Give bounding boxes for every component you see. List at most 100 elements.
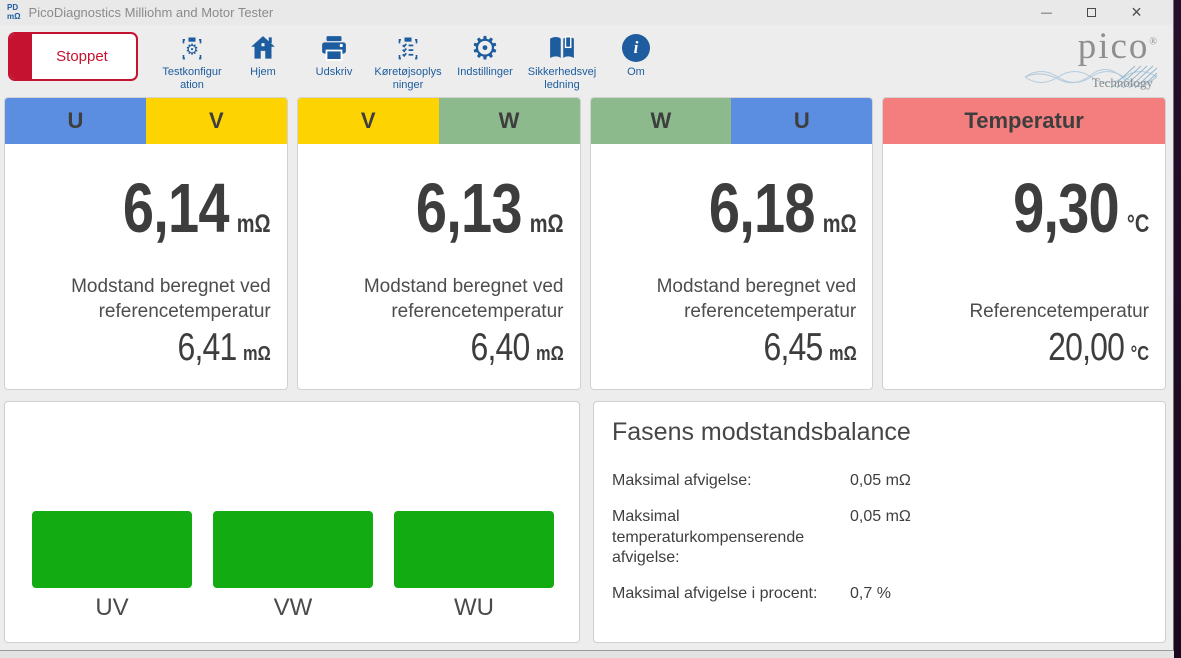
reference-resistance-value: 6,45 — [763, 326, 822, 370]
balance-row-label: Maksimal afvigelse i procent: — [612, 584, 850, 605]
card-body: 9,30 °C Referencetemperatur 20,00 °C — [883, 144, 1165, 389]
bottom-panels: UV VW WU Fasens modstandsbalance Maksima… — [4, 401, 1166, 643]
balance-panel-title: Fasens modstandsbalance — [612, 418, 1147, 447]
balance-row-label: Maksimal afvigelse: — [612, 471, 850, 492]
pico-technology-logo: pico® Technology — [1031, 28, 1159, 91]
bar-chart: UV VW WU — [32, 511, 554, 622]
toolbar-label: Testkonfiguration — [160, 66, 224, 91]
temperature-value: 9,30 — [1013, 168, 1119, 248]
window-bottom-edge — [0, 651, 1174, 658]
phase-balance-chart-panel: UV VW WU — [4, 401, 580, 643]
toolbar-item-om[interactable]: i Om — [604, 32, 668, 91]
book-icon — [546, 32, 578, 64]
phase-card-vw: V W 6,13mΩ Modstand beregnet ved referen… — [297, 97, 581, 390]
toolbar-item-testkonfiguration[interactable]: ⚙ Testkonfiguration — [160, 32, 224, 91]
reference-temperature-value: 20,00 — [1048, 326, 1124, 370]
balance-row-value: 0,7 % — [850, 584, 1147, 605]
toolbar-label: Hjem — [250, 66, 276, 79]
registered-mark: ® — [1149, 37, 1159, 48]
resistance-unit: mΩ — [822, 210, 856, 239]
gear-glyph: ⚙ — [471, 32, 500, 64]
svg-text:⚙: ⚙ — [185, 40, 199, 58]
card-header: W U — [591, 98, 873, 144]
maximize-button[interactable] — [1069, 0, 1114, 25]
toolbar-item-udskriv[interactable]: Udskriv — [302, 32, 366, 91]
logo-name: pico® — [1031, 28, 1159, 65]
bar-label-uv: UV — [95, 594, 128, 622]
toolbar-item-koretojsoplysninger[interactable]: Køretøjsoplysninger — [373, 32, 443, 91]
clipboard-gear-icon: ⚙ — [178, 32, 206, 64]
resistance-unit: mΩ — [530, 210, 564, 239]
minimize-icon: — — [1041, 7, 1052, 19]
app-window: PD mΩ PicoDiagnostics Milliohm and Motor… — [0, 0, 1174, 651]
gear-icon: ⚙ — [471, 32, 500, 64]
toolbar-label: Indstillinger — [457, 66, 513, 79]
bar-vw — [213, 511, 373, 588]
toolbar-items: ⚙ Testkonfiguration Hjem — [160, 32, 668, 91]
home-icon — [248, 32, 278, 64]
card-header: V W — [298, 98, 580, 144]
toolbar-item-indstillinger[interactable]: ⚙ Indstillinger — [450, 32, 520, 91]
bar-label-wu: WU — [454, 594, 494, 622]
card-body: 6,18mΩ Modstand beregnet ved referencete… — [591, 144, 873, 389]
info-icon: i — [622, 32, 650, 64]
balance-rows: Maksimal afvigelse: 0,05 mΩ Maksimal tem… — [612, 471, 1147, 605]
phase-label-u: U — [5, 98, 146, 144]
card-header: Temperatur — [883, 98, 1165, 144]
logo-tagline: Technology — [1031, 75, 1159, 91]
toolbar-label: Sikkerhedsvejledning — [527, 66, 597, 91]
balance-row-value: 0,05 mΩ — [850, 471, 1147, 492]
reference-resistance-value: 6,40 — [470, 326, 529, 370]
temperature-header-label: Temperatur — [883, 98, 1165, 144]
card-description: Referencetemperatur — [969, 272, 1149, 324]
phase-card-uv: U V 6,14mΩ Modstand beregnet ved referen… — [4, 97, 288, 390]
card-header: U V — [5, 98, 287, 144]
phase-label-v: V — [146, 98, 287, 144]
toolbar-item-sikkerhedsvejledning[interactable]: Sikkerhedsvejledning — [527, 32, 597, 91]
phase-label-w: W — [439, 98, 580, 144]
maximize-icon — [1087, 8, 1096, 17]
balance-row-value: 0,05 mΩ — [850, 507, 1147, 569]
status-label: Stoppet — [56, 48, 108, 65]
clipboard-checklist-icon — [394, 32, 422, 64]
reference-resistance-unit: mΩ — [829, 343, 857, 366]
card-body: 6,14mΩ Modstand beregnet ved referencete… — [5, 144, 287, 389]
status-stopped-button[interactable]: Stoppet — [8, 32, 138, 81]
close-icon: × — [1131, 2, 1142, 23]
toolbar-label: Om — [627, 66, 645, 79]
toolbar-item-hjem[interactable]: Hjem — [231, 32, 295, 91]
bar-group-uv: UV — [32, 511, 192, 622]
printer-icon — [319, 32, 349, 64]
close-button[interactable]: × — [1114, 0, 1159, 25]
resistance-value: 6,13 — [416, 168, 522, 248]
title-bar: PD mΩ PicoDiagnostics Milliohm and Motor… — [0, 0, 1173, 25]
phase-card-wu: W U 6,18mΩ Modstand beregnet ved referen… — [590, 97, 874, 390]
card-body: 6,13mΩ Modstand beregnet ved referencete… — [298, 144, 580, 389]
toolbar-label: Køretøjsoplysninger — [373, 66, 443, 91]
phase-label-u: U — [731, 98, 872, 144]
reference-resistance-unit: mΩ — [243, 343, 271, 366]
bar-group-vw: VW — [213, 511, 373, 622]
reference-resistance-value: 6,41 — [177, 326, 236, 370]
reference-resistance-unit: mΩ — [536, 343, 564, 366]
measurement-cards: U V 6,14 mΩ Modstand beregnet ved referen… — [4, 97, 1166, 390]
temperature-unit: °C — [1127, 210, 1149, 239]
minimize-button[interactable]: — — [1024, 0, 1069, 25]
app-icon: PD mΩ — [7, 4, 21, 21]
app-icon-line2: mΩ — [7, 13, 21, 21]
card-description: Modstand beregnet ved referencetemperatu… — [603, 272, 857, 324]
balance-row-label: Maksimal temperaturkompenserende afvigel… — [612, 507, 850, 569]
resistance-unit: mΩ — [237, 210, 271, 239]
resistance-value: 6,18 — [709, 168, 815, 248]
status-red-block — [10, 34, 32, 79]
phase-label-v: V — [298, 98, 439, 144]
resistance-value: 6,14 — [123, 168, 229, 248]
window-title: PicoDiagnostics Milliohm and Motor Teste… — [29, 5, 274, 20]
toolbar: Stoppet ⚙ Testkonfiguration — [0, 25, 1173, 95]
phase-resistance-balance-panel: Fasens modstandsbalance Maksimal afvigel… — [593, 401, 1166, 643]
phase-label-w: W — [591, 98, 732, 144]
window-controls: — × — [1024, 0, 1159, 25]
reference-temperature-unit: °C — [1131, 343, 1149, 366]
temperature-card: Temperatur 9,30 °C Referencetemperatur 20… — [882, 97, 1166, 390]
bar-wu — [394, 511, 554, 588]
